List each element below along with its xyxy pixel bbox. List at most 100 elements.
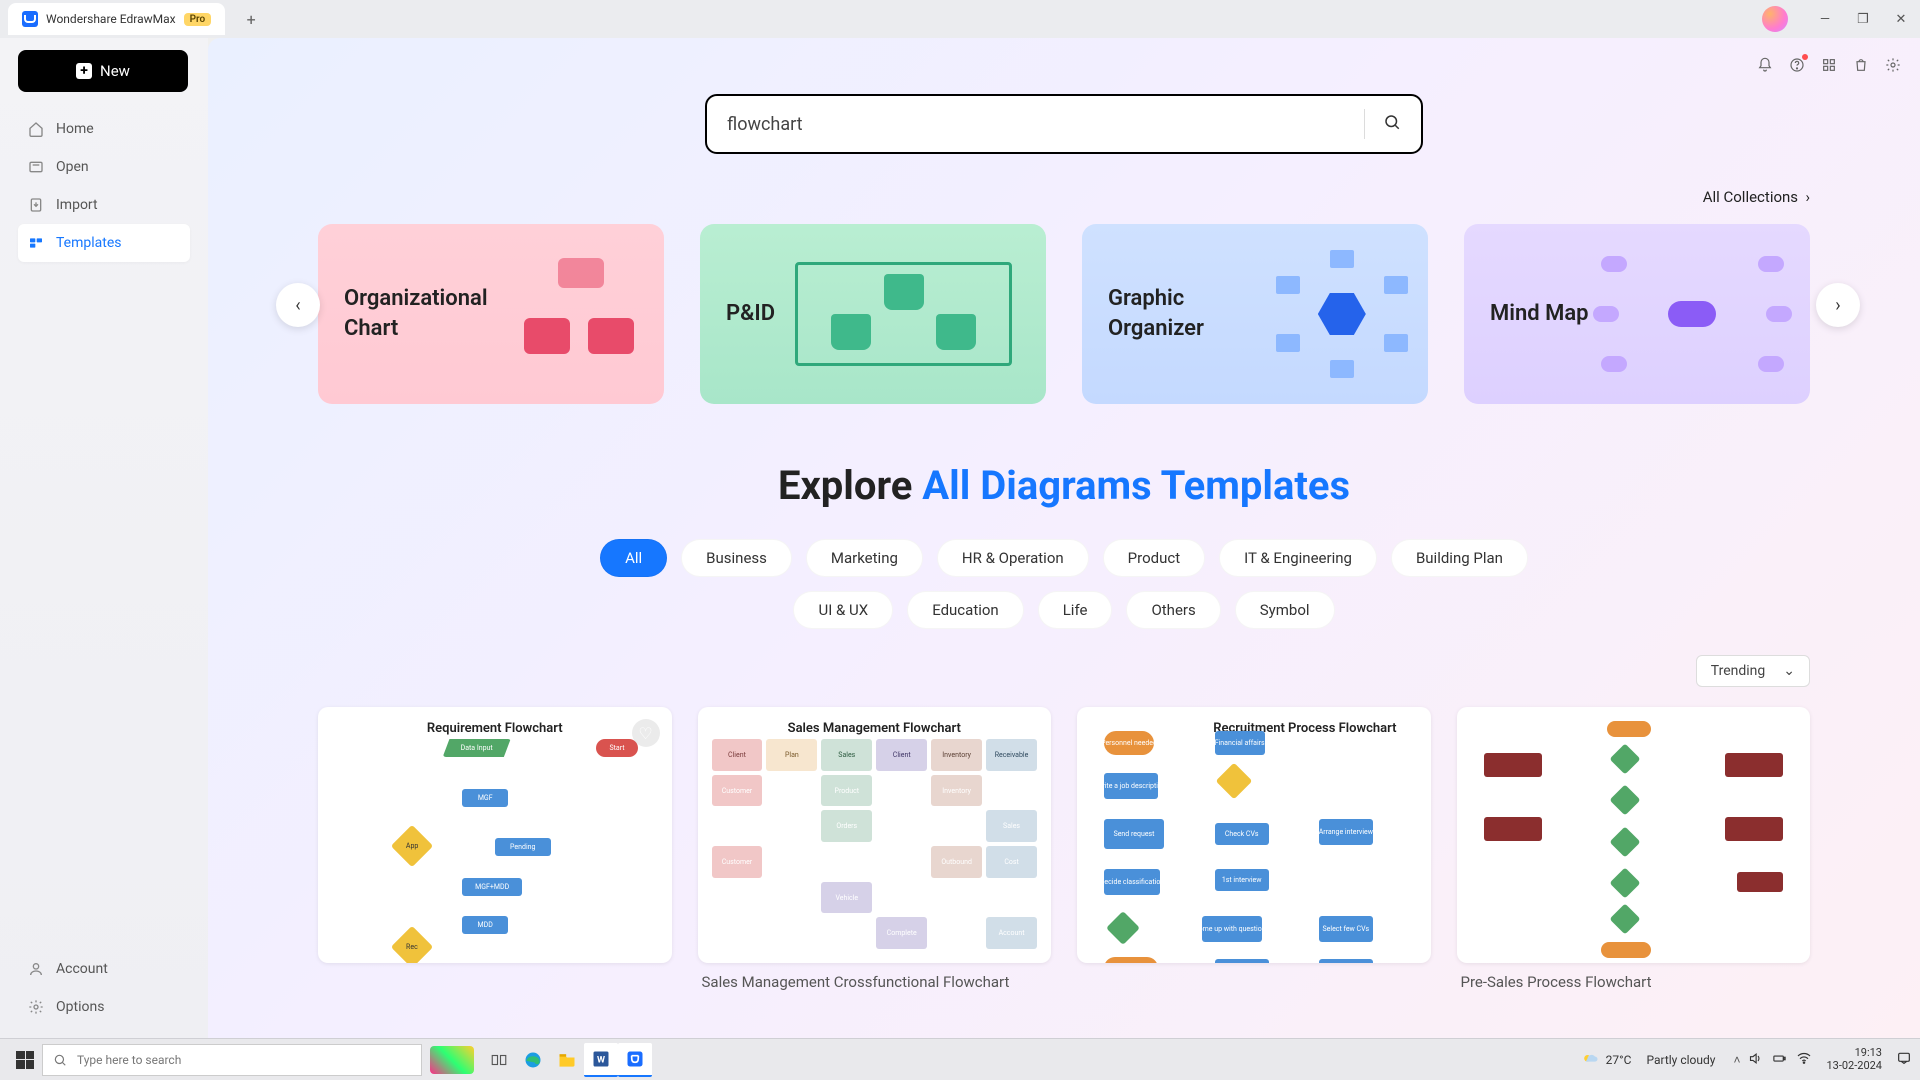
taskbar-promo-icon[interactable] bbox=[430, 1046, 474, 1074]
sidebar-item-options[interactable]: Options bbox=[18, 988, 190, 1026]
plus-icon: + bbox=[76, 63, 92, 79]
help-icon[interactable] bbox=[1788, 56, 1806, 74]
home-icon bbox=[28, 121, 44, 137]
template-card[interactable]: Recruitment Process Flowchart Personnel … bbox=[1077, 707, 1431, 993]
sidebar-item-open[interactable]: Open bbox=[18, 148, 190, 186]
explorer-icon[interactable] bbox=[550, 1043, 584, 1077]
template-card[interactable]: Sales Management Flowchart Client Plan S… bbox=[698, 707, 1052, 993]
maximize-button[interactable]: ❐ bbox=[1844, 0, 1882, 38]
search-icon[interactable] bbox=[1383, 113, 1401, 135]
carousel-next-button[interactable]: › bbox=[1816, 283, 1860, 327]
pid-icon bbox=[787, 254, 1020, 374]
filter-symbol[interactable]: Symbol bbox=[1235, 591, 1335, 629]
start-button[interactable] bbox=[16, 1051, 34, 1069]
graphic-organizer-icon bbox=[1282, 254, 1402, 374]
carousel-prev-button[interactable]: ‹ bbox=[276, 283, 320, 327]
taskbar-clock[interactable]: 19:13 13-02-2024 bbox=[1820, 1047, 1888, 1072]
filter-building[interactable]: Building Plan bbox=[1391, 539, 1528, 577]
category-card-mind-map[interactable]: Mind Map bbox=[1464, 224, 1810, 404]
settings-icon[interactable] bbox=[1884, 56, 1902, 74]
taskbar-search[interactable]: Type here to search bbox=[42, 1044, 422, 1076]
filter-marketing[interactable]: Marketing bbox=[806, 539, 923, 577]
tray-speaker-icon[interactable] bbox=[1748, 1051, 1763, 1069]
app-logo-icon bbox=[22, 11, 38, 27]
all-collections-link[interactable]: All Collections › bbox=[1703, 188, 1810, 206]
open-icon bbox=[28, 159, 44, 175]
bell-icon[interactable] bbox=[1756, 56, 1774, 74]
sidebar-item-label: Home bbox=[56, 121, 94, 137]
new-label: New bbox=[100, 62, 130, 80]
template-card[interactable]: Pre-Sales Process Flowchart bbox=[1457, 707, 1811, 993]
category-carousel: ‹ › Organizational Chart P&ID Graphic Or… bbox=[208, 206, 1920, 404]
category-card-graphic-organizer[interactable]: Graphic Organizer bbox=[1082, 224, 1428, 404]
app-tab[interactable]: Wondershare EdrawMax Pro bbox=[8, 3, 225, 35]
category-label: Mind Map bbox=[1490, 299, 1589, 329]
sidebar-item-label: Options bbox=[56, 999, 104, 1015]
app-name: Wondershare EdrawMax bbox=[46, 12, 176, 26]
sidebar: + New Home Open Import bbox=[0, 38, 208, 1038]
filter-others[interactable]: Others bbox=[1126, 591, 1220, 629]
edrawmax-taskbar-icon[interactable] bbox=[618, 1043, 652, 1077]
sidebar-item-account[interactable]: Account bbox=[18, 950, 190, 988]
template-grid: ♡ Requirement Flowchart Data Input Start… bbox=[208, 687, 1920, 1033]
account-icon bbox=[28, 961, 44, 977]
tray-chevron-icon[interactable]: ˄ bbox=[1733, 1053, 1740, 1067]
sidebar-item-label: Account bbox=[56, 961, 108, 977]
template-thumb bbox=[1457, 707, 1811, 963]
template-caption: Sales Management Crossfunctional Flowcha… bbox=[698, 963, 1052, 993]
task-view-icon[interactable] bbox=[482, 1043, 516, 1077]
templates-icon bbox=[28, 235, 44, 251]
filter-education[interactable]: Education bbox=[907, 591, 1024, 629]
search-input[interactable] bbox=[727, 114, 1346, 135]
taskbar-search-placeholder: Type here to search bbox=[77, 1053, 181, 1067]
chevron-down-icon: ⌄ bbox=[1783, 663, 1795, 679]
mind-map-icon bbox=[1601, 254, 1784, 374]
divider bbox=[1364, 109, 1365, 139]
import-icon bbox=[28, 197, 44, 213]
template-thumb: Sales Management Flowchart Client Plan S… bbox=[698, 707, 1052, 963]
tray-wifi-icon[interactable] bbox=[1796, 1050, 1812, 1069]
top-toolbar bbox=[1756, 56, 1902, 74]
weather-widget[interactable]: 27°C Partly cloudy bbox=[1580, 1050, 1716, 1070]
org-chart-icon bbox=[518, 254, 638, 374]
template-thumb: Recruitment Process Flowchart Personnel … bbox=[1077, 707, 1431, 963]
filter-all[interactable]: All bbox=[600, 539, 667, 577]
pro-badge: Pro bbox=[184, 13, 212, 26]
filter-it[interactable]: IT & Engineering bbox=[1219, 539, 1377, 577]
template-card[interactable]: ♡ Requirement Flowchart Data Input Start… bbox=[318, 707, 672, 993]
filter-product[interactable]: Product bbox=[1103, 539, 1205, 577]
minimize-button[interactable]: — bbox=[1806, 0, 1844, 38]
filter-uiux[interactable]: UI & UX bbox=[793, 591, 893, 629]
new-button[interactable]: + New bbox=[18, 50, 188, 92]
grid-icon[interactable] bbox=[1820, 56, 1838, 74]
gear-icon bbox=[28, 999, 44, 1015]
category-card-org-chart[interactable]: Organizational Chart bbox=[318, 224, 664, 404]
sidebar-item-home[interactable]: Home bbox=[18, 110, 190, 148]
filter-business[interactable]: Business bbox=[681, 539, 792, 577]
sort-dropdown[interactable]: Trending ⌄ bbox=[1696, 655, 1810, 687]
sidebar-item-label: Import bbox=[56, 197, 98, 213]
content-area: All Collections › ‹ › Organizational Cha… bbox=[208, 38, 1920, 1038]
add-tab-button[interactable]: + bbox=[239, 7, 263, 31]
window-controls: — ❐ ✕ bbox=[1762, 0, 1920, 38]
tray-battery-icon[interactable] bbox=[1771, 1051, 1788, 1069]
filter-hr[interactable]: HR & Operation bbox=[937, 539, 1089, 577]
taskbar: Type here to search W 27°C Partly cloudy… bbox=[0, 1038, 1920, 1080]
edge-icon[interactable] bbox=[516, 1043, 550, 1077]
sidebar-item-templates[interactable]: Templates bbox=[18, 224, 190, 262]
filter-life[interactable]: Life bbox=[1038, 591, 1113, 629]
category-label: Graphic Organizer bbox=[1108, 284, 1270, 343]
user-avatar-icon[interactable] bbox=[1762, 6, 1788, 32]
close-button[interactable]: ✕ bbox=[1882, 0, 1920, 38]
titlebar: Wondershare EdrawMax Pro + — ❐ ✕ bbox=[0, 0, 1920, 38]
filter-pills: All Business Marketing HR & Operation Pr… bbox=[208, 509, 1920, 629]
search-box bbox=[705, 94, 1423, 154]
sidebar-item-label: Open bbox=[56, 159, 89, 175]
sidebar-item-import[interactable]: Import bbox=[18, 186, 190, 224]
tray-notifications-icon[interactable] bbox=[1896, 1050, 1912, 1069]
word-icon[interactable]: W bbox=[584, 1043, 618, 1077]
category-label: P&ID bbox=[726, 299, 775, 329]
category-card-pid[interactable]: P&ID bbox=[700, 224, 1046, 404]
category-label: Organizational Chart bbox=[344, 284, 506, 343]
shop-icon[interactable] bbox=[1852, 56, 1870, 74]
